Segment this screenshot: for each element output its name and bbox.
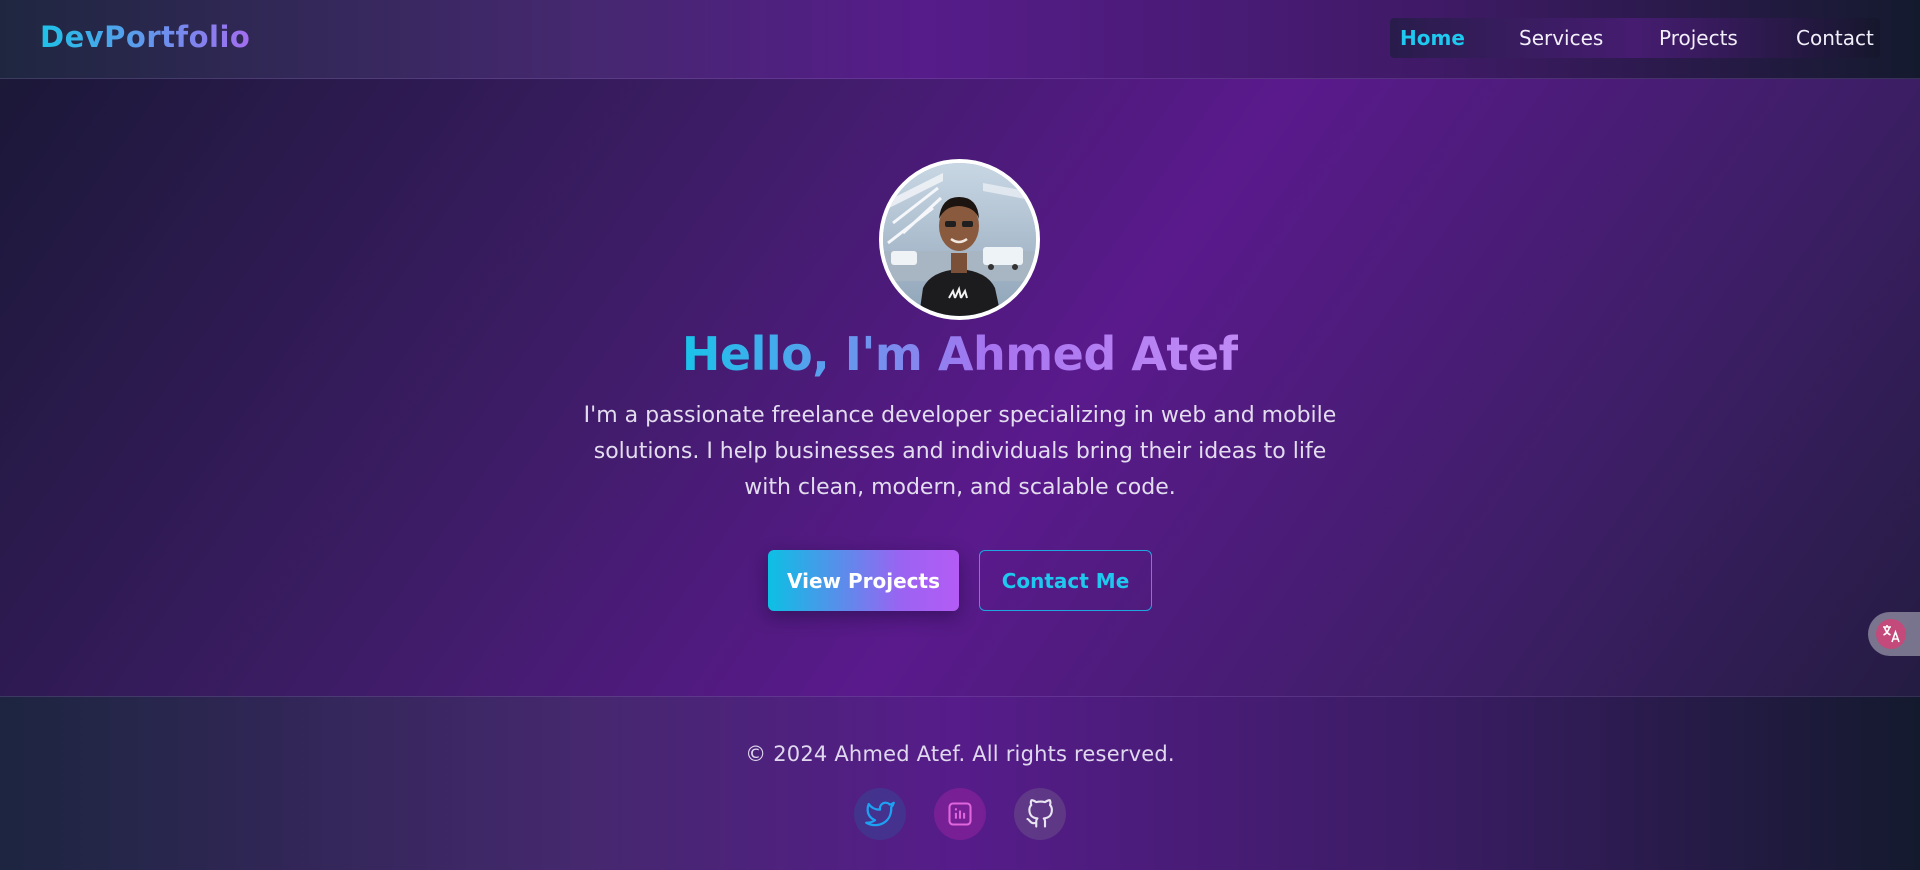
dribbble-icon (948, 802, 972, 826)
copyright-text: © 2024 Ahmed Atef. All rights reserved. (745, 742, 1175, 766)
twitter-link[interactable] (854, 788, 906, 840)
main-nav: Home Services Projects Contact (1390, 18, 1880, 58)
avatar (879, 159, 1040, 320)
site-header: DevPortfolio Home Services Projects Cont… (0, 0, 1920, 79)
dribbble-link[interactable] (934, 788, 986, 840)
site-footer: © 2024 Ahmed Atef. All rights reserved. (0, 696, 1920, 870)
portfolio-page: DevPortfolio Home Services Projects Cont… (0, 0, 1920, 870)
site-logo[interactable]: DevPortfolio (40, 20, 250, 54)
github-link[interactable] (1014, 788, 1066, 840)
hero-title-text: Hello, I'm Ahmed Atef (681, 327, 1239, 381)
nav-services[interactable]: Services (1519, 26, 1603, 50)
twitter-icon (865, 801, 895, 827)
nav-home[interactable]: Home (1400, 26, 1465, 50)
nav-contact[interactable]: Contact (1796, 26, 1874, 50)
translate-icon[interactable] (1876, 619, 1906, 649)
hero-section: Hello, I'm Ahmed Atef I'm a passionate f… (0, 79, 1920, 696)
translate-glyph (1883, 625, 1900, 643)
contact-me-button[interactable]: Contact Me (979, 550, 1152, 611)
nav-projects[interactable]: Projects (1659, 26, 1738, 50)
profile-photo (883, 163, 1036, 316)
translate-widget[interactable] (1868, 612, 1920, 656)
hero-description: I'm a passionate freelance developer spe… (583, 403, 1337, 500)
view-projects-button[interactable]: View Projects (768, 550, 959, 611)
github-icon (1026, 799, 1053, 828)
hero-title: Hello, I'm Ahmed Atef (0, 327, 1920, 381)
